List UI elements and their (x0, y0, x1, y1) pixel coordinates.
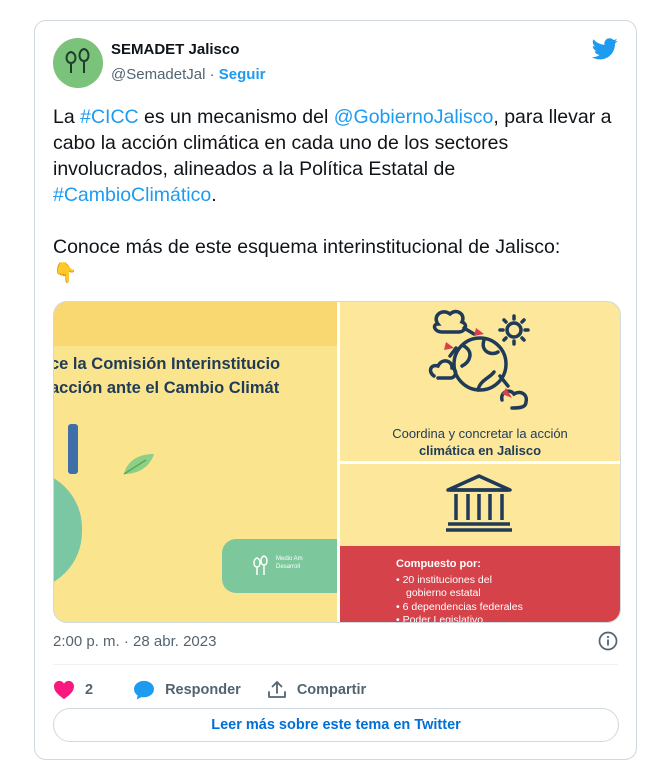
composition-item-3: • Poder Legislativo (396, 614, 484, 623)
image-title-line-1: ce la Comisión Interinstitucio (54, 355, 281, 373)
author-avatar[interactable] (53, 38, 103, 88)
tweet-timestamp[interactable]: 2:00 p. m. · 28 abr. 2023 (53, 633, 216, 650)
government-building-icon (446, 474, 512, 532)
reply-label: Responder (165, 682, 241, 698)
text-segment: Conoce más de este esquema interinstituc… (53, 236, 561, 258)
climate-globe-icon (428, 309, 530, 410)
leaf-icon (122, 452, 156, 481)
tweet-paragraph-1: La #CICC es un mecanismo del @GobiernoJa… (53, 104, 623, 208)
action-bar: 2 Responder Compartir (53, 674, 392, 706)
like-count: 2 (85, 682, 94, 698)
heart-icon (54, 680, 74, 700)
media-image-top-right[interactable]: Coordina y concretar la acción climática… (340, 302, 620, 462)
logo-text-line-1: Medio Am (276, 556, 303, 562)
image-title: ce la Comisión Interinstitucio acción an… (54, 352, 280, 400)
composition-item-1b: gobierno estatal (406, 587, 481, 599)
read-more-button[interactable]: Leer más sobre este tema en Twitter (53, 708, 619, 742)
divider (53, 664, 618, 665)
text-segment: . (211, 184, 217, 206)
share-icon (267, 681, 286, 698)
info-icon[interactable] (598, 631, 618, 656)
tweet-paragraph-2: Conoce más de este esquema interinstituc… (53, 234, 623, 286)
share-button[interactable]: Compartir (267, 680, 366, 700)
mention-gobiernojalisco[interactable]: @GobiernoJalisco (334, 106, 494, 128)
pointing-down-emoji: 👇 (53, 262, 78, 284)
trees-logo-icon (253, 555, 268, 575)
hashtag-cambioclimatico[interactable]: #CambioClimático (53, 184, 211, 206)
globe-figure (54, 470, 82, 590)
author-name[interactable]: SEMADET Jalisco (111, 41, 239, 58)
composition-header: Compuesto por: (396, 558, 481, 570)
text-segment: es un mecanismo del (138, 106, 334, 128)
hashtag-cicc[interactable]: #CICC (80, 106, 139, 128)
tweet-text: La #CICC es un mecanismo del @GobiernoJa… (53, 104, 623, 286)
reply-bubble-icon (134, 680, 155, 700)
author-handle-line: @SemadetJal · Seguir (111, 66, 265, 83)
like-button[interactable]: 2 (53, 680, 93, 700)
torch-handle (68, 424, 78, 474)
composition-item-1a: • 20 instituciones del (396, 574, 492, 586)
media-grid: ce la Comisión Interinstitucio acción an… (53, 301, 621, 623)
header-band (54, 302, 337, 346)
twitter-bird-icon[interactable] (591, 38, 618, 65)
follow-button[interactable]: Seguir (219, 66, 266, 83)
composition-panel: Compuesto por: • 20 instituciones del go… (340, 546, 620, 622)
coordina-line-1: Coordina y concretar la acción (392, 426, 568, 441)
ministry-logo: Medio Am Desarroll (222, 539, 337, 593)
share-label: Compartir (296, 682, 367, 698)
author-handle[interactable]: @SemadetJal (111, 66, 205, 83)
text-segment: La (53, 106, 81, 128)
tweet-card: SEMADET Jalisco @SemadetJal · Seguir La … (34, 20, 637, 760)
coordina-line-2: climática en Jalisco (418, 443, 542, 458)
composition-item-2: • 6 dependencias federales (396, 601, 523, 613)
logo-text: Medio Am Desarroll (276, 555, 303, 571)
logo-text-line-2: Desarroll (276, 564, 301, 570)
separator-dot: · (209, 66, 215, 83)
reply-button[interactable]: Responder (133, 680, 241, 700)
media-image-left[interactable]: ce la Comisión Interinstitucio acción an… (54, 302, 337, 622)
media-image-bottom-right[interactable]: Compuesto por: • 20 instituciones del go… (340, 464, 620, 622)
image-title-line-2: acción ante el Cambio Climát (54, 379, 280, 397)
trees-logo-icon (65, 47, 90, 73)
